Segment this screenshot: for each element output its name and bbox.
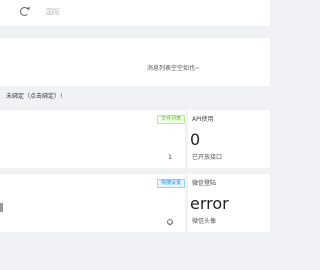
bind-banner[interactable]: 未绑定（点击绑定）! bbox=[0, 91, 270, 103]
check-circle-icon bbox=[167, 219, 173, 225]
wechat-login-title: 微信登陆 bbox=[192, 180, 217, 187]
top-bar: ʼ 国际 bbox=[0, 0, 270, 26]
api-usage-value: 0 bbox=[190, 130, 201, 149]
api-usage-subtitle: 已开放接口 bbox=[192, 154, 223, 161]
wechat-avatar-label: 微信头像 bbox=[192, 218, 217, 225]
notice-panel: 消息列表空空如也~ bbox=[0, 38, 270, 86]
bind-banner-text[interactable]: 未绑定（点击绑定）! bbox=[6, 92, 62, 101]
file-list-card: 文件列表 1 bbox=[0, 110, 185, 168]
wechat-login-value: error bbox=[190, 194, 229, 213]
clipped-edge-mark bbox=[0, 203, 3, 212]
nav-link[interactable]: 国际 bbox=[46, 7, 60, 17]
refresh-icon[interactable] bbox=[20, 7, 29, 16]
file-list-tag[interactable]: 文件列表 bbox=[156, 115, 185, 124]
api-usage-title: API使用 bbox=[192, 116, 214, 123]
quick-settings-card: 快捷设置 bbox=[0, 174, 185, 232]
wechat-login-card: 微信登陆 error 微信头像 bbox=[188, 174, 270, 232]
quick-settings-tag[interactable]: 快捷设置 bbox=[156, 179, 185, 188]
file-count: 1 bbox=[168, 154, 172, 161]
empty-message-text: 消息列表空空如也~ bbox=[147, 65, 201, 72]
api-usage-card: API使用 0 已开放接口 bbox=[188, 110, 270, 168]
